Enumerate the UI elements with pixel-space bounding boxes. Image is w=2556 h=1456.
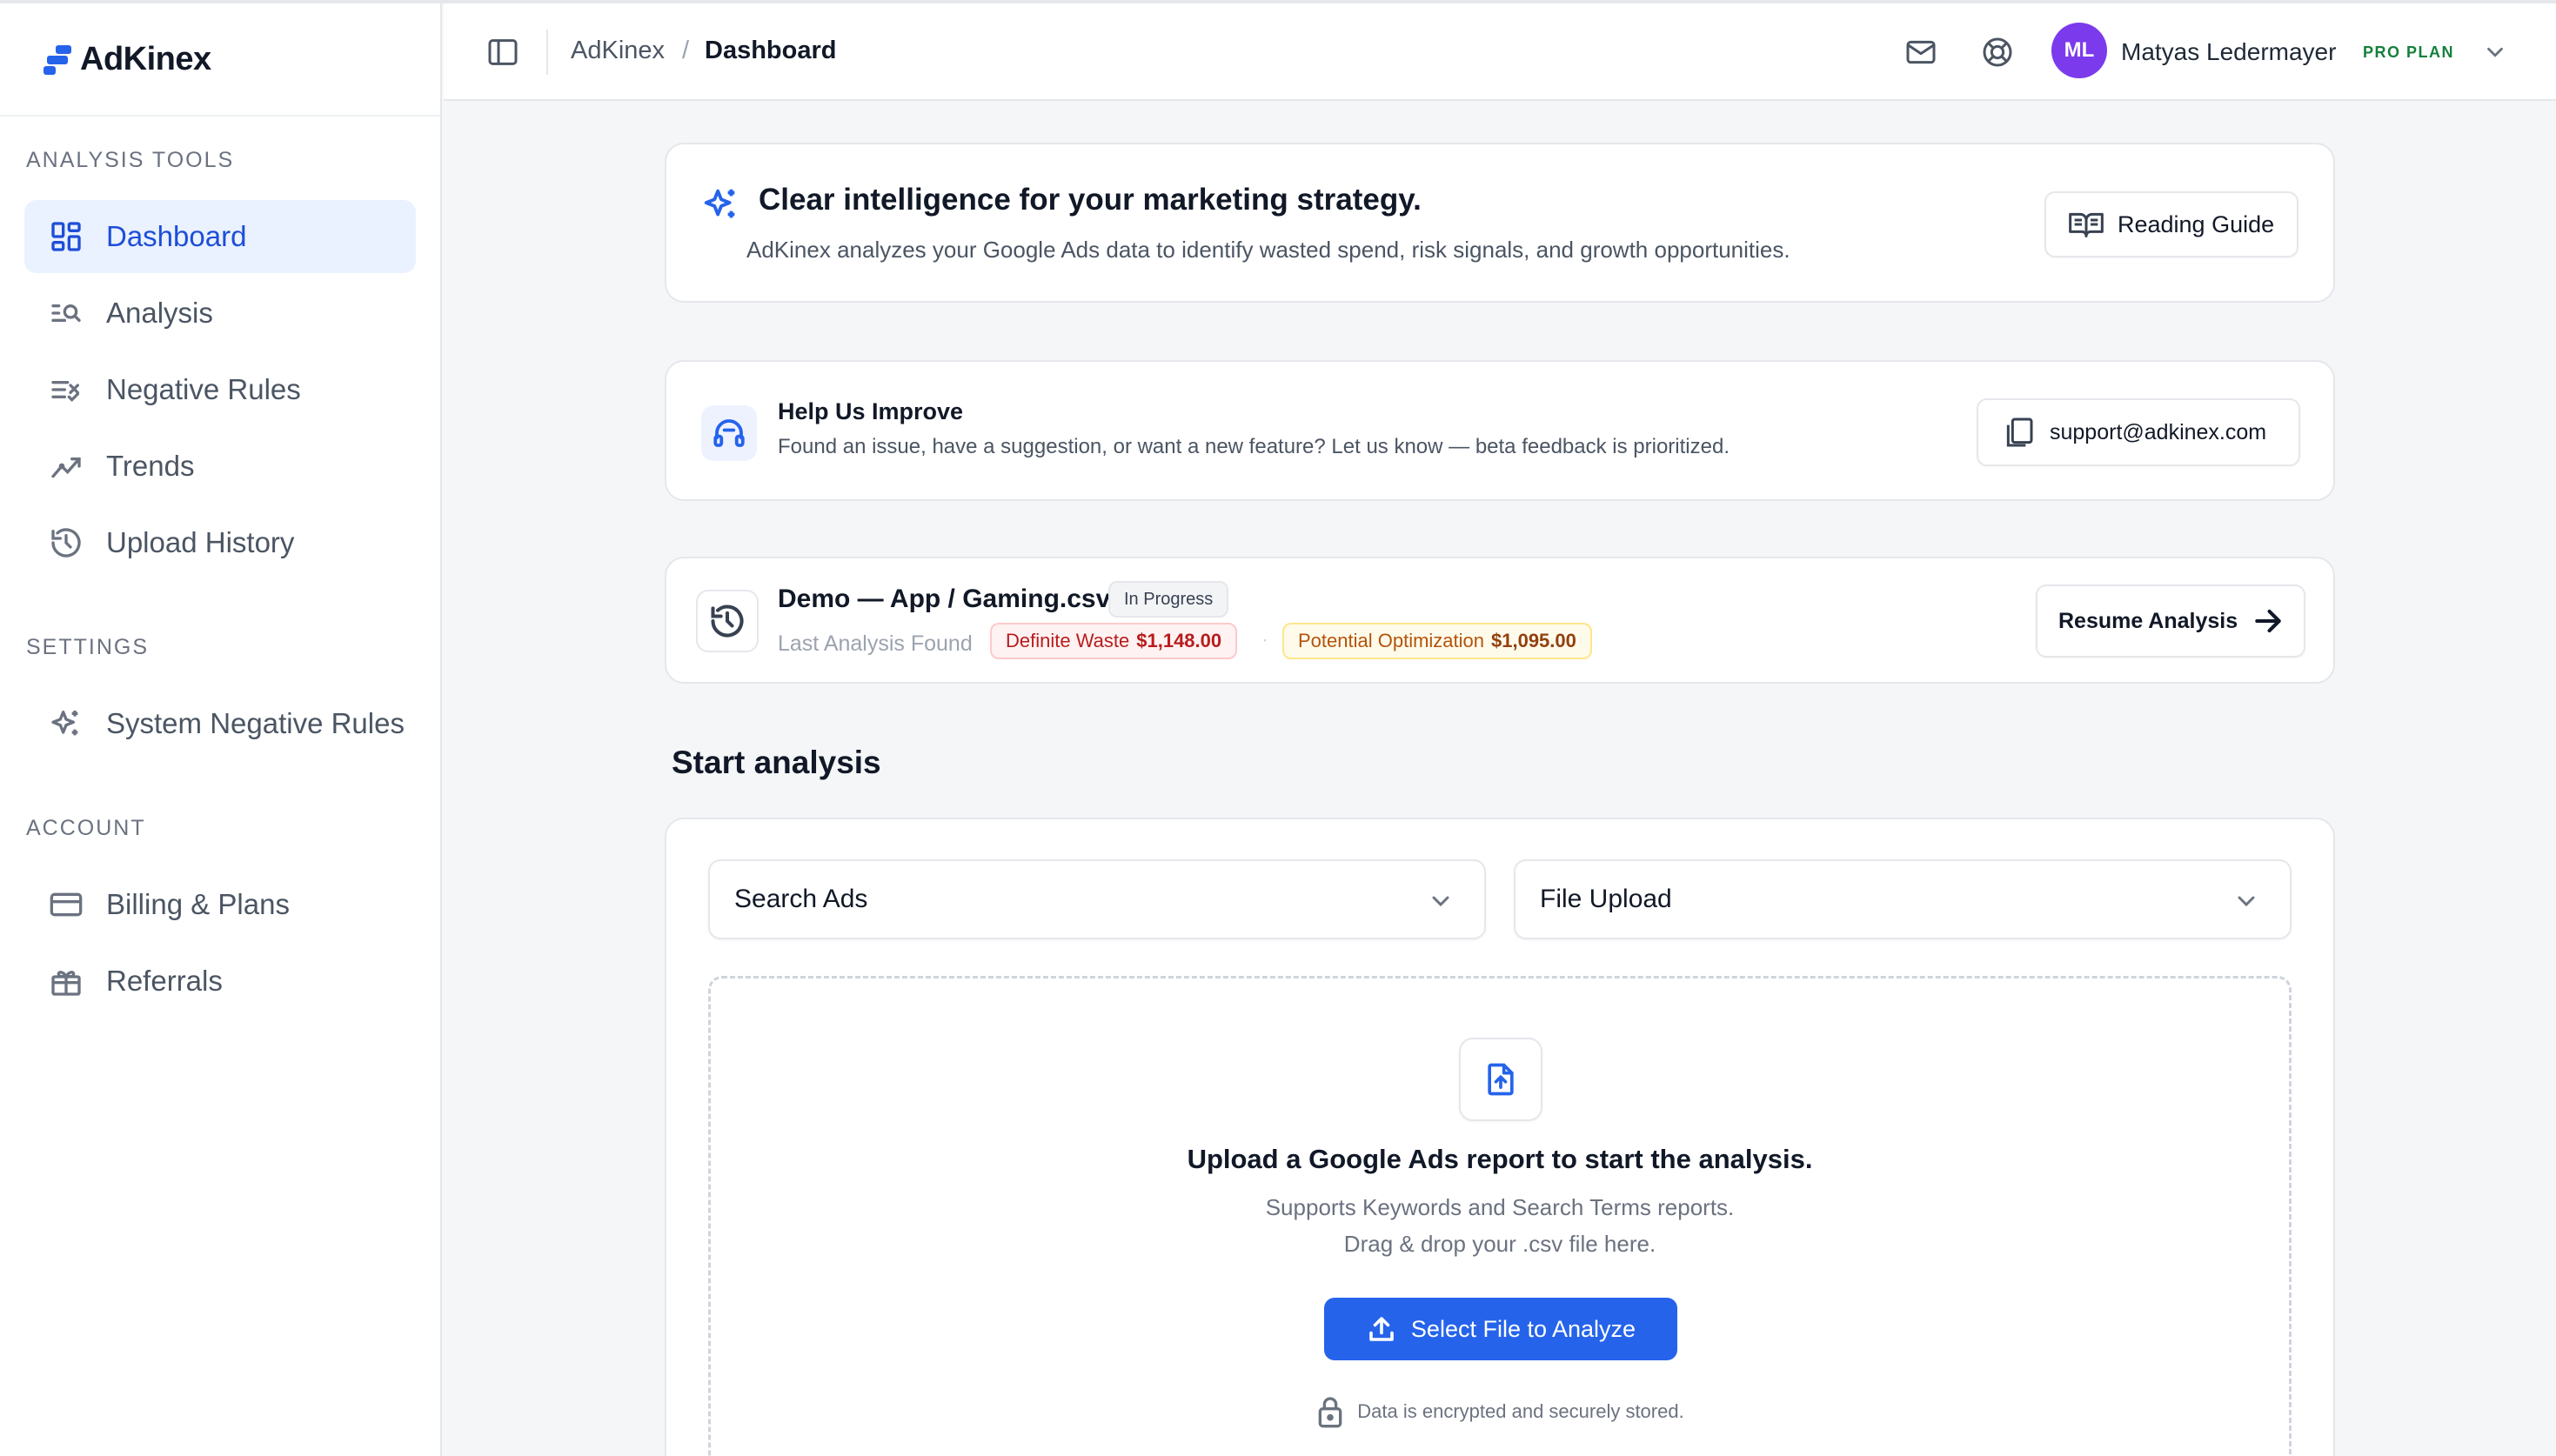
chevron-down-icon bbox=[1427, 887, 1455, 922]
arrow-right-icon bbox=[2252, 604, 2285, 638]
intro-subtitle: AdKinex analyzes your Google Ads data to… bbox=[746, 237, 1790, 263]
sidebar-item-analysis[interactable]: Analysis bbox=[24, 277, 416, 350]
sparkles-icon bbox=[47, 705, 85, 743]
reading-guide-button[interactable]: Reading Guide bbox=[2044, 191, 2298, 257]
sidebar-toggle-icon[interactable] bbox=[482, 31, 524, 73]
avatar[interactable]: ML bbox=[2051, 23, 2107, 78]
intro-card: Clear intelligence for your marketing st… bbox=[665, 143, 2335, 303]
reading-guide-label: Reading Guide bbox=[2118, 210, 2275, 237]
support-email-label: support@adkinex.com bbox=[2050, 419, 2267, 444]
sidebar-item-label: Analysis bbox=[106, 297, 213, 329]
section-label-analysis-tools: ANALYSIS TOOLS bbox=[26, 148, 235, 172]
user-name[interactable]: Matyas Ledermayer bbox=[2121, 38, 2336, 66]
sidebar-item-negative-rules[interactable]: Negative Rules bbox=[24, 353, 416, 426]
file-upload-icon bbox=[1459, 1038, 1542, 1121]
upload-line-2: Drag & drop your .csv file here. bbox=[1343, 1231, 1656, 1257]
chevron-down-icon[interactable] bbox=[2479, 37, 2511, 68]
resume-analysis-label: Resume Analysis bbox=[2058, 608, 2238, 633]
campaign-type-value: Search Ads bbox=[734, 885, 868, 913]
chevron-down-icon bbox=[2232, 887, 2260, 922]
sidebar-item-label: Referrals bbox=[106, 965, 223, 997]
sidebar-item-system-negative-rules[interactable]: System Negative Rules bbox=[24, 687, 416, 760]
last-analysis-card: Demo — App / Gaming.csv In Progress Last… bbox=[665, 557, 2335, 684]
top-header: AdKinex / Dashboard ML Matyas Ledermayer… bbox=[444, 3, 2556, 101]
sidebar-item-referrals[interactable]: Referrals bbox=[24, 945, 416, 1018]
resume-analysis-button[interactable]: Resume Analysis bbox=[2036, 584, 2305, 658]
sidebar: AdKinex ANALYSIS TOOLS Dashboard Analysi… bbox=[0, 3, 442, 1456]
list-search-icon bbox=[47, 294, 85, 332]
select-file-label: Select File to Analyze bbox=[1410, 1315, 1636, 1342]
help-lifebuoy-icon[interactable] bbox=[1978, 33, 2017, 71]
dashboard-grid-icon bbox=[47, 217, 85, 256]
sidebar-item-label: Billing & Plans bbox=[106, 888, 290, 920]
headset-icon bbox=[701, 405, 757, 461]
sidebar-item-trends[interactable]: Trends bbox=[24, 430, 416, 503]
analysis-file-name[interactable]: Demo — App / Gaming.csv bbox=[778, 584, 1110, 614]
last-analysis-label: Last Analysis Found bbox=[778, 631, 973, 656]
sidebar-item-label: System Negative Rules bbox=[106, 707, 405, 739]
section-label-settings: SETTINGS bbox=[26, 635, 150, 659]
potential-optimization-badge: Potential Optimization $1,095.00 bbox=[1282, 623, 1592, 659]
waste-value: $1,148.00 bbox=[1136, 630, 1222, 651]
opt-value: $1,095.00 bbox=[1491, 630, 1576, 651]
breadcrumb-separator: / bbox=[682, 37, 690, 64]
opt-label: Potential Optimization bbox=[1298, 630, 1484, 651]
lock-icon bbox=[1315, 1394, 1345, 1429]
separator-dot: · bbox=[1261, 628, 1268, 651]
book-open-icon bbox=[2067, 207, 2105, 242]
breadcrumb-current: Dashboard bbox=[705, 37, 837, 64]
definite-waste-badge: Definite Waste $1,148.00 bbox=[990, 623, 1238, 659]
file-dropzone[interactable]: Upload a Google Ads report to start the … bbox=[708, 976, 2292, 1456]
feedback-text: Found an issue, have a suggestion, or wa… bbox=[778, 435, 1730, 458]
header-divider bbox=[546, 30, 548, 75]
sidebar-item-dashboard[interactable]: Dashboard bbox=[24, 200, 416, 273]
feedback-title: Help Us Improve bbox=[778, 398, 964, 424]
sidebar-item-label: Negative Rules bbox=[106, 373, 301, 405]
brand[interactable]: AdKinex bbox=[0, 3, 440, 117]
history-icon bbox=[47, 524, 85, 562]
upload-icon bbox=[1366, 1313, 1397, 1345]
security-note: Data is encrypted and securely stored. bbox=[711, 1394, 2289, 1429]
support-email-button[interactable]: support@adkinex.com bbox=[1977, 398, 2300, 466]
status-badge: In Progress bbox=[1108, 581, 1229, 618]
brand-logo-icon bbox=[43, 43, 73, 75]
source-select[interactable]: File Upload bbox=[1514, 859, 2292, 939]
sidebar-item-billing-plans[interactable]: Billing & Plans bbox=[24, 868, 416, 941]
sparkles-icon bbox=[701, 184, 743, 226]
start-analysis-heading: Start analysis bbox=[672, 745, 881, 780]
mail-icon[interactable] bbox=[1902, 33, 1940, 71]
upload-line-1: Supports Keywords and Search Terms repor… bbox=[1265, 1194, 1735, 1220]
intro-title: Clear intelligence for your marketing st… bbox=[759, 183, 1422, 217]
list-x-icon bbox=[47, 371, 85, 409]
sidebar-item-label: Trends bbox=[106, 450, 195, 482]
credit-card-icon bbox=[47, 885, 85, 924]
section-label-account: ACCOUNT bbox=[26, 816, 146, 840]
gift-icon bbox=[47, 962, 85, 1000]
upload-title: Upload a Google Ads report to start the … bbox=[1187, 1144, 1813, 1174]
feedback-card: Help Us Improve Found an issue, have a s… bbox=[665, 360, 2335, 501]
source-value: File Upload bbox=[1540, 885, 1672, 913]
security-note-text: Data is encrypted and securely stored. bbox=[1357, 1400, 1684, 1422]
sidebar-item-label: Upload History bbox=[106, 526, 295, 558]
sidebar-item-label: Dashboard bbox=[106, 220, 247, 252]
waste-label: Definite Waste bbox=[1006, 630, 1130, 651]
campaign-type-select[interactable]: Search Ads bbox=[708, 859, 1486, 939]
copy-icon bbox=[2001, 413, 2036, 451]
breadcrumb-root[interactable]: AdKinex bbox=[571, 37, 665, 65]
plan-badge: PRO PLAN bbox=[2363, 43, 2455, 61]
trend-line-icon bbox=[47, 447, 85, 485]
history-icon bbox=[696, 590, 759, 652]
select-file-button[interactable]: Select File to Analyze bbox=[1324, 1298, 1677, 1360]
brand-name: AdKinex bbox=[80, 40, 211, 77]
sidebar-item-upload-history[interactable]: Upload History bbox=[24, 506, 416, 579]
